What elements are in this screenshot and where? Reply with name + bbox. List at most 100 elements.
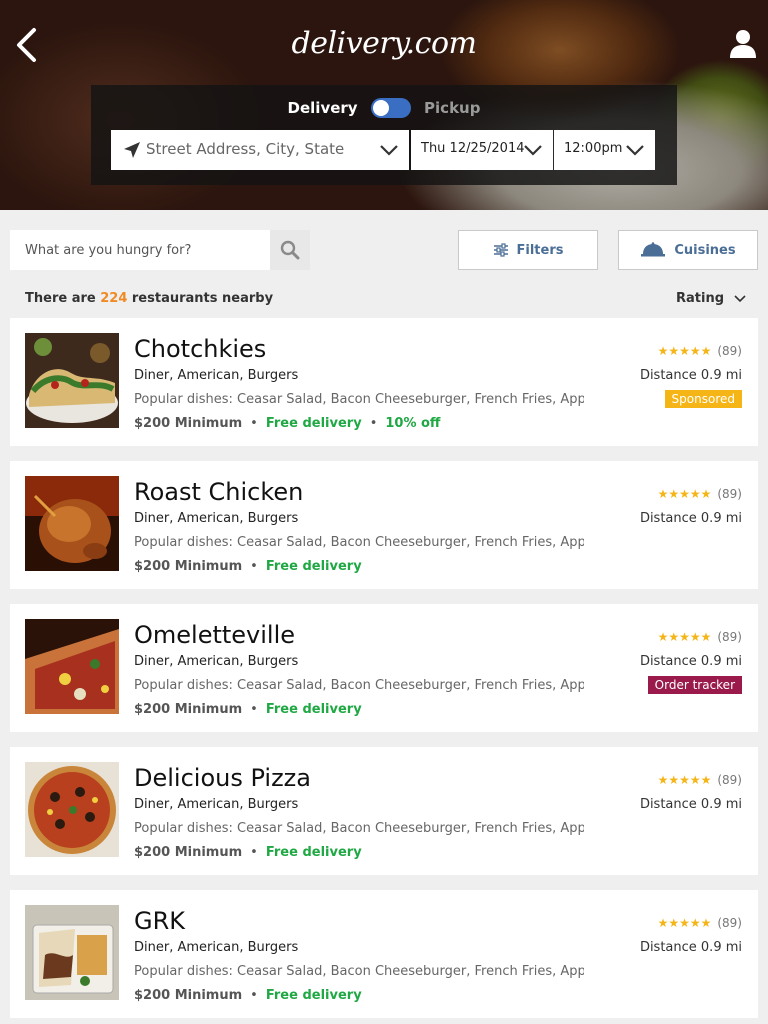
review-count: (89) — [717, 916, 742, 930]
restaurant-photo — [25, 619, 119, 714]
rating: ★★★★★ (89) — [658, 344, 742, 358]
delivery-pickup-toggle[interactable] — [370, 98, 411, 118]
restaurant-meta: $200 Minimum • Free delivery — [134, 702, 362, 717]
separator-dot: • — [250, 702, 258, 717]
rating: ★★★★★ (89) — [658, 630, 742, 644]
order-minimum: $200 Minimum — [134, 416, 243, 431]
user-icon — [730, 30, 756, 58]
cloche-icon — [641, 242, 666, 257]
separator-dot: • — [250, 416, 258, 431]
restaurant-cuisine: Diner, American, Burgers — [134, 797, 299, 812]
profile-button[interactable] — [728, 28, 758, 60]
restaurant-name[interactable]: Chotchkies — [134, 335, 266, 363]
sponsored-badge: Sponsored — [664, 390, 742, 408]
location-arrow-icon — [124, 142, 140, 158]
star-rating-icon: ★★★★★ — [657, 344, 712, 358]
chevron-down-icon — [524, 145, 542, 156]
separator-dot: • — [250, 988, 258, 1003]
star-rating-icon: ★★★★★ — [657, 630, 712, 644]
restaurant-distance: Distance 0.9 mi — [639, 368, 742, 383]
tracker-badge[interactable]: Order tracker — [647, 676, 742, 694]
delivery-fee-label: Free delivery — [265, 559, 362, 574]
restaurant-card[interactable]: GRK Diner, American, Burgers Popular dishe… — [10, 890, 758, 1018]
app-logo[interactable]: delivery.com — [0, 26, 768, 61]
restaurant-photo — [25, 905, 119, 1000]
cuisines-button[interactable]: Cuisines — [618, 230, 758, 270]
restaurant-meta: $200 Minimum • Free delivery • 10% off — [134, 416, 440, 431]
results-suffix: restaurants nearby — [127, 291, 274, 306]
mode-toggle-row: Delivery Pickup — [91, 98, 677, 118]
review-count: (89) — [717, 773, 742, 787]
order-minimum: $200 Minimum — [134, 845, 243, 860]
search-button[interactable] — [270, 230, 310, 270]
delivery-mode-label[interactable]: Delivery — [288, 99, 358, 117]
restaurant-card[interactable]: Roast Chicken Diner, American, Burgers Pop… — [10, 461, 758, 589]
review-count: (89) — [717, 487, 742, 501]
cuisines-label: Cuisines — [674, 242, 736, 258]
restaurant-distance: Distance 0.9 mi — [639, 940, 742, 955]
restaurant-distance: Distance 0.9 mi — [639, 797, 742, 812]
address-placeholder: Street Address, City, State — [146, 140, 345, 158]
review-count: (89) — [717, 630, 742, 644]
filters-label: Filters — [516, 242, 564, 258]
restaurant-card[interactable]: Delicious Pizza Diner, American, Burgers P… — [10, 747, 758, 875]
star-rating-icon: ★★★★★ — [657, 487, 712, 501]
search-icon — [280, 240, 300, 260]
results-count: There are 224 restaurants nearby — [25, 291, 273, 306]
restaurant-meta: $200 Minimum • Free delivery — [134, 559, 362, 574]
separator-dot: • — [250, 559, 258, 574]
restaurant-photo — [25, 333, 119, 428]
chevron-down-icon — [626, 145, 644, 156]
sort-dropdown[interactable]: Rating — [676, 291, 746, 306]
rating: ★★★★★ (89) — [658, 487, 742, 501]
delivery-fee-label: Free delivery — [265, 988, 362, 1003]
pickup-mode-label[interactable]: Pickup — [424, 99, 480, 117]
separator-dot: • — [369, 416, 378, 431]
restaurant-cuisine: Diner, American, Burgers — [134, 511, 299, 526]
order-minimum: $200 Minimum — [134, 559, 243, 574]
restaurant-cuisine: Diner, American, Burgers — [134, 940, 299, 955]
chevron-down-icon — [734, 294, 746, 302]
time-select[interactable]: 12:00pm — [554, 130, 655, 170]
restaurant-name[interactable]: Roast Chicken — [134, 478, 303, 506]
restaurant-cuisine: Diner, American, Burgers — [134, 368, 299, 383]
order-minimum: $200 Minimum — [134, 988, 243, 1003]
food-search-input[interactable] — [10, 230, 270, 270]
rating: ★★★★★ (89) — [658, 916, 742, 930]
separator-dot: • — [250, 845, 258, 860]
popular-dishes: Popular dishes: Ceasar Salad, Bacon Chee… — [134, 535, 584, 550]
popular-dishes: Popular dishes: Ceasar Salad, Bacon Chee… — [134, 821, 584, 836]
star-rating-icon: ★★★★★ — [657, 916, 712, 930]
toggle-knob — [372, 100, 389, 116]
restaurant-card[interactable]: Omeletteville Diner, American, Burgers Pop… — [10, 604, 758, 732]
restaurant-photo — [25, 762, 119, 857]
star-rating-icon: ★★★★★ — [657, 773, 712, 787]
location-panel: Delivery Pickup Street Address, City, St… — [91, 85, 677, 185]
food-search — [10, 230, 310, 270]
results-number: 224 — [100, 291, 128, 306]
sort-label: Rating — [675, 291, 724, 306]
time-value: 12:00pm — [564, 141, 623, 156]
popular-dishes: Popular dishes: Ceasar Salad, Bacon Chee… — [134, 392, 584, 407]
deal-label: 10% off — [385, 416, 441, 431]
address-field[interactable]: Street Address, City, State — [111, 130, 409, 170]
restaurant-card[interactable]: Chotchkies Diner, American, Burgers Popula… — [10, 318, 758, 446]
delivery-fee-label: Free delivery — [265, 845, 362, 860]
restaurant-name[interactable]: Omeletteville — [134, 621, 295, 649]
order-minimum: $200 Minimum — [134, 702, 243, 717]
filters-button[interactable]: Filters — [458, 230, 598, 270]
restaurant-name[interactable]: GRK — [134, 907, 185, 935]
restaurant-distance: Distance 0.9 mi — [639, 654, 742, 669]
restaurant-meta: $200 Minimum • Free delivery — [134, 988, 362, 1003]
restaurant-name[interactable]: Delicious Pizza — [134, 764, 311, 792]
restaurant-photo — [25, 476, 119, 571]
sliders-icon — [493, 243, 508, 257]
rating: ★★★★★ (89) — [658, 773, 742, 787]
restaurant-cuisine: Diner, American, Burgers — [134, 654, 299, 669]
restaurant-distance: Distance 0.9 mi — [639, 511, 742, 526]
date-select[interactable]: Thu 12/25/2014 — [411, 130, 553, 170]
restaurant-meta: $200 Minimum • Free delivery — [134, 845, 362, 860]
chevron-down-icon — [380, 145, 398, 156]
delivery-fee-label: Free delivery — [265, 416, 362, 431]
header-hero: delivery.com Delivery Pickup Street Addr… — [0, 0, 768, 210]
